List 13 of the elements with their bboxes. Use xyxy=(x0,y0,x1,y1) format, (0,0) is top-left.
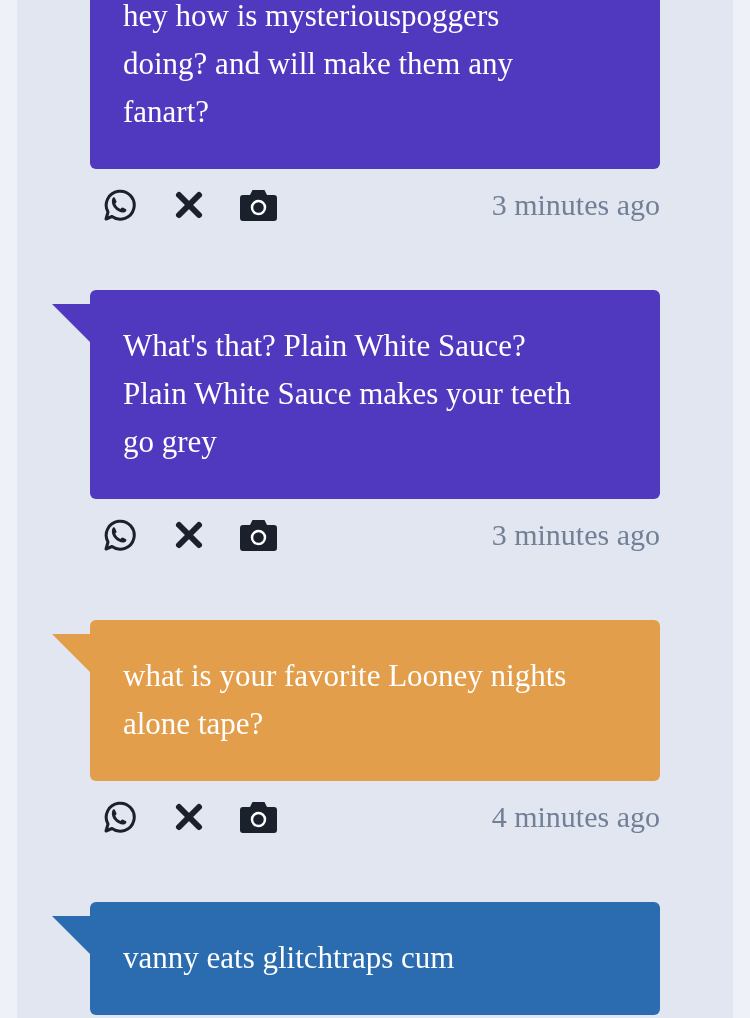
timestamp: 3 minutes ago xyxy=(491,518,660,552)
close-icon[interactable] xyxy=(174,520,204,550)
message-bubble: vanny eats glitchtraps cum xyxy=(90,902,660,1015)
message-bubble: what is your favorite Looney nights alone tape? xyxy=(90,620,660,781)
camera-icon[interactable] xyxy=(240,519,277,551)
camera-icon[interactable] xyxy=(240,801,277,833)
timestamp: 4 minutes ago xyxy=(491,800,660,834)
close-icon[interactable] xyxy=(174,190,204,220)
message-bubble: hey how is mysteriouspoggers doing? and will make them any fanart? xyxy=(90,0,660,169)
timestamp: 3 minutes ago xyxy=(491,188,660,222)
message-bubble: What's that? Plain White Sauce? Plain White Sauce makes your teeth go grey xyxy=(90,290,660,499)
camera-icon[interactable] xyxy=(240,189,277,221)
close-icon[interactable] xyxy=(174,802,204,832)
